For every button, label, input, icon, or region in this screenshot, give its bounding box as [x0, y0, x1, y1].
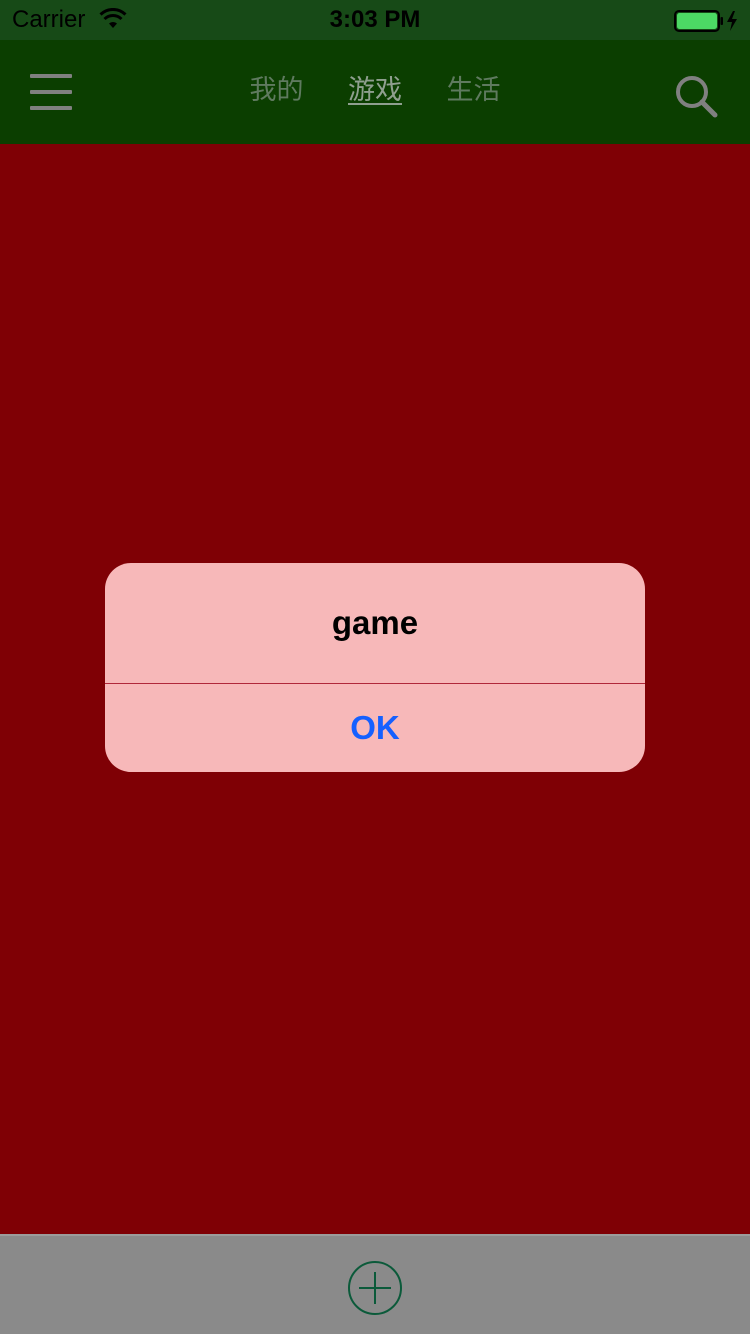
status-time: 3:03 PM [329, 6, 421, 33]
battery-charging-icon [674, 10, 737, 32]
tab-mine[interactable]: 我的 [250, 70, 304, 110]
status-bar: Carrier 3:03 PM [0, 0, 750, 40]
tab-games[interactable]: 游戏 [348, 70, 402, 110]
tab-bar: 我的 游戏 生活 [0, 70, 750, 114]
tab-life[interactable]: 生活 [446, 70, 500, 110]
search-icon[interactable] [674, 74, 718, 118]
alert-dialog: game OK [105, 563, 645, 772]
bottom-toolbar [0, 1234, 750, 1334]
alert-title: game [331, 604, 419, 641]
nav-bar: 我的 游戏 生活 [0, 40, 750, 144]
app-screen: Carrier 3:03 PM 我的 游戏 生活 game OK [0, 0, 750, 1334]
ok-button[interactable]: OK [105, 684, 645, 772]
plus-circle-icon[interactable] [347, 1260, 403, 1316]
